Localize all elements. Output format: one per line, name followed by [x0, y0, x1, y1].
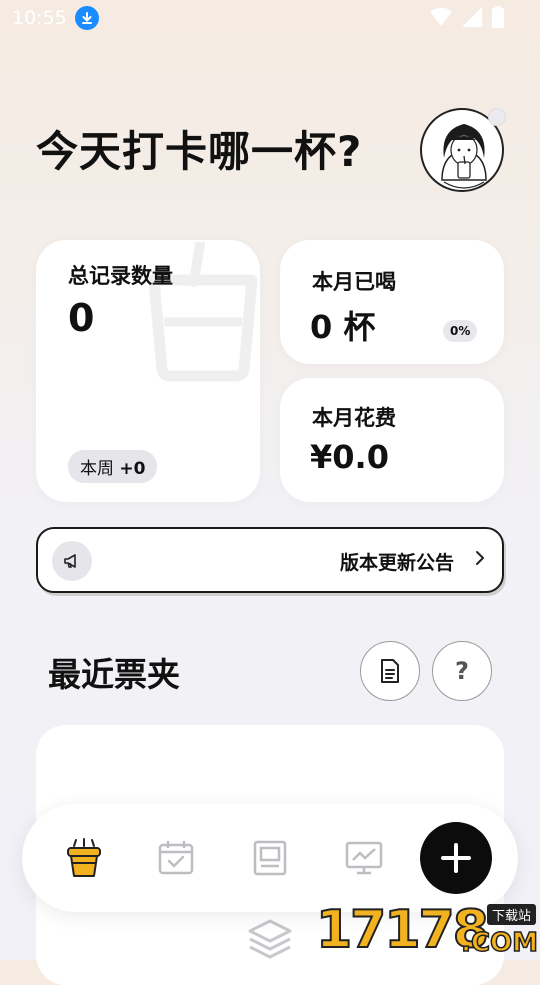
nav-item-drinks[interactable] [62, 836, 106, 880]
chart-monitor-icon [345, 841, 383, 875]
receipt-icon [253, 840, 287, 876]
month-drinks-percent-badge: 0% [443, 320, 478, 342]
section-title: 最近票夹 [48, 655, 180, 694]
watermark-suffix: .COM [460, 927, 538, 959]
week-delta-value: +0 [119, 459, 146, 479]
signal-icon [462, 7, 482, 27]
download-icon [74, 6, 99, 30]
notice-text: 版本更新公告 [339, 552, 454, 574]
nav-item-stats[interactable] [342, 836, 386, 880]
avatar-indicator [488, 108, 506, 126]
nav-item-calendar[interactable] [154, 836, 198, 880]
status-time: 10:55 [12, 7, 67, 29]
month-spend-value: ¥0.0 [310, 438, 389, 476]
week-prefix: 本周 [80, 459, 114, 479]
battery-icon [492, 6, 504, 28]
layers-icon [248, 919, 292, 959]
total-records-card[interactable]: 总记录数量 0 本周 +0 [36, 240, 260, 502]
status-icons [430, 6, 504, 28]
ticket-list-button[interactable] [360, 641, 420, 701]
total-records-value: 0 [68, 296, 95, 340]
update-notice-banner[interactable]: 版本更新公告 [36, 527, 504, 593]
total-records-label: 总记录数量 [68, 264, 173, 288]
help-button[interactable]: ? [432, 641, 492, 701]
add-record-button[interactable] [420, 822, 492, 894]
month-spend-label: 本月花费 [312, 406, 396, 430]
page-title: 今天打卡哪一杯? [36, 127, 363, 176]
month-drinks-card[interactable]: 本月已喝 0 杯 0% [280, 240, 504, 364]
month-drinks-value: 0 杯 [310, 308, 376, 346]
megaphone-icon [52, 541, 92, 581]
month-drinks-label: 本月已喝 [312, 270, 396, 294]
wifi-icon [430, 7, 452, 26]
site-watermark: 17178 下载站 .COM [315, 899, 540, 961]
chevron-right-icon [474, 547, 486, 571]
status-bar: 10:55 [0, 0, 540, 36]
nav-item-receipt[interactable] [248, 836, 292, 880]
week-delta-pill: 本周 +0 [68, 450, 158, 483]
document-icon [381, 659, 399, 683]
watermark-tag: 下载站 [486, 904, 536, 925]
plus-icon [441, 843, 471, 873]
calendar-check-icon [158, 841, 194, 875]
month-spend-card[interactable]: 本月花费 ¥0.0 [280, 378, 504, 502]
drink-cup-icon [67, 838, 101, 877]
question-icon: ? [455, 657, 469, 685]
